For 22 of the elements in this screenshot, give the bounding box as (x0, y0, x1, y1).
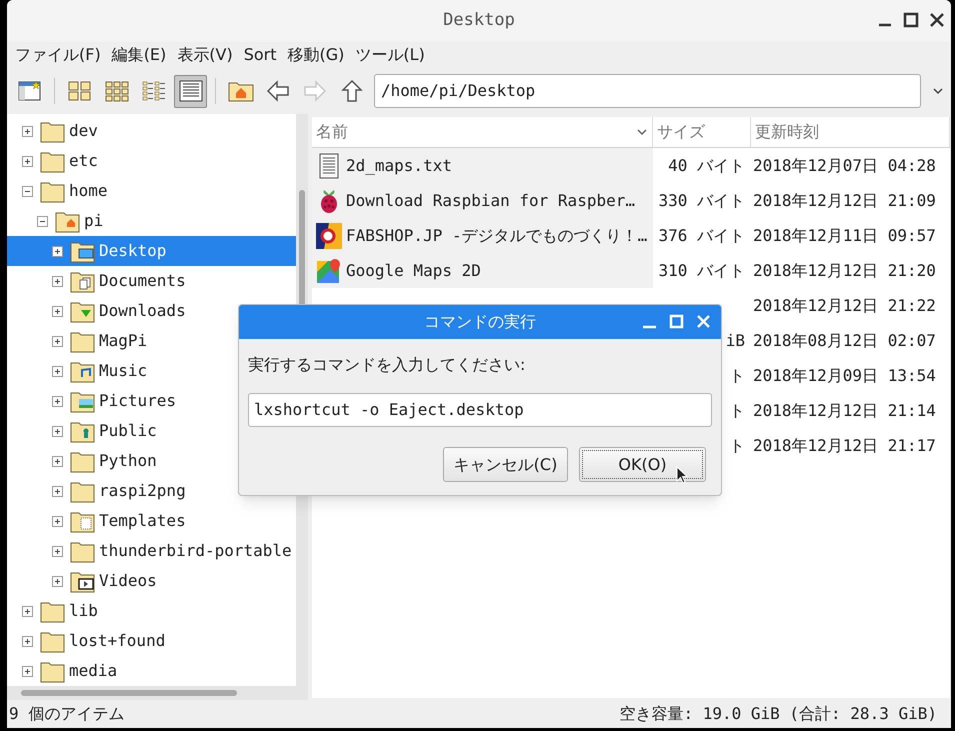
modified-date: 2018年12月12日 21:09 (752, 190, 937, 212)
modified-date: 2018年12月12日 21:17 (752, 434, 937, 456)
file-size: iB (726, 330, 745, 352)
modified-date: 2018年12月12日 21:22 (752, 294, 937, 316)
item-count: 9 個のアイテム (9, 703, 124, 725)
modified-date: 2018年08月12日 02:07 (752, 330, 937, 352)
dialog-title: コマンドの実行 (424, 311, 536, 333)
free-space: 空き容量: 19.0 GiB (合計: 28.3 GiB) (619, 703, 937, 725)
file-size: ト (729, 364, 745, 386)
file-size: 376 バイト (658, 224, 745, 246)
modified-date: 2018年12月12日 21:20 (752, 260, 937, 282)
dialog-prompt: 実行するコマンドを入力してください: (248, 354, 526, 376)
file-size: 310 バイト (658, 260, 745, 282)
window-title: Desktop (443, 9, 515, 32)
file-size: ト (729, 400, 745, 422)
modified-date: 2018年12月09日 13:54 (752, 364, 937, 386)
modified-date: 2018年12月07日 04:28 (752, 154, 937, 176)
file-size: 40 バイト (668, 154, 745, 176)
modified-date: 2018年12月12日 21:14 (752, 400, 937, 422)
modified-date: 2018年12月11日 09:57 (752, 224, 937, 246)
file-size: ト (729, 434, 745, 456)
file-size: 330 バイト (658, 190, 745, 212)
